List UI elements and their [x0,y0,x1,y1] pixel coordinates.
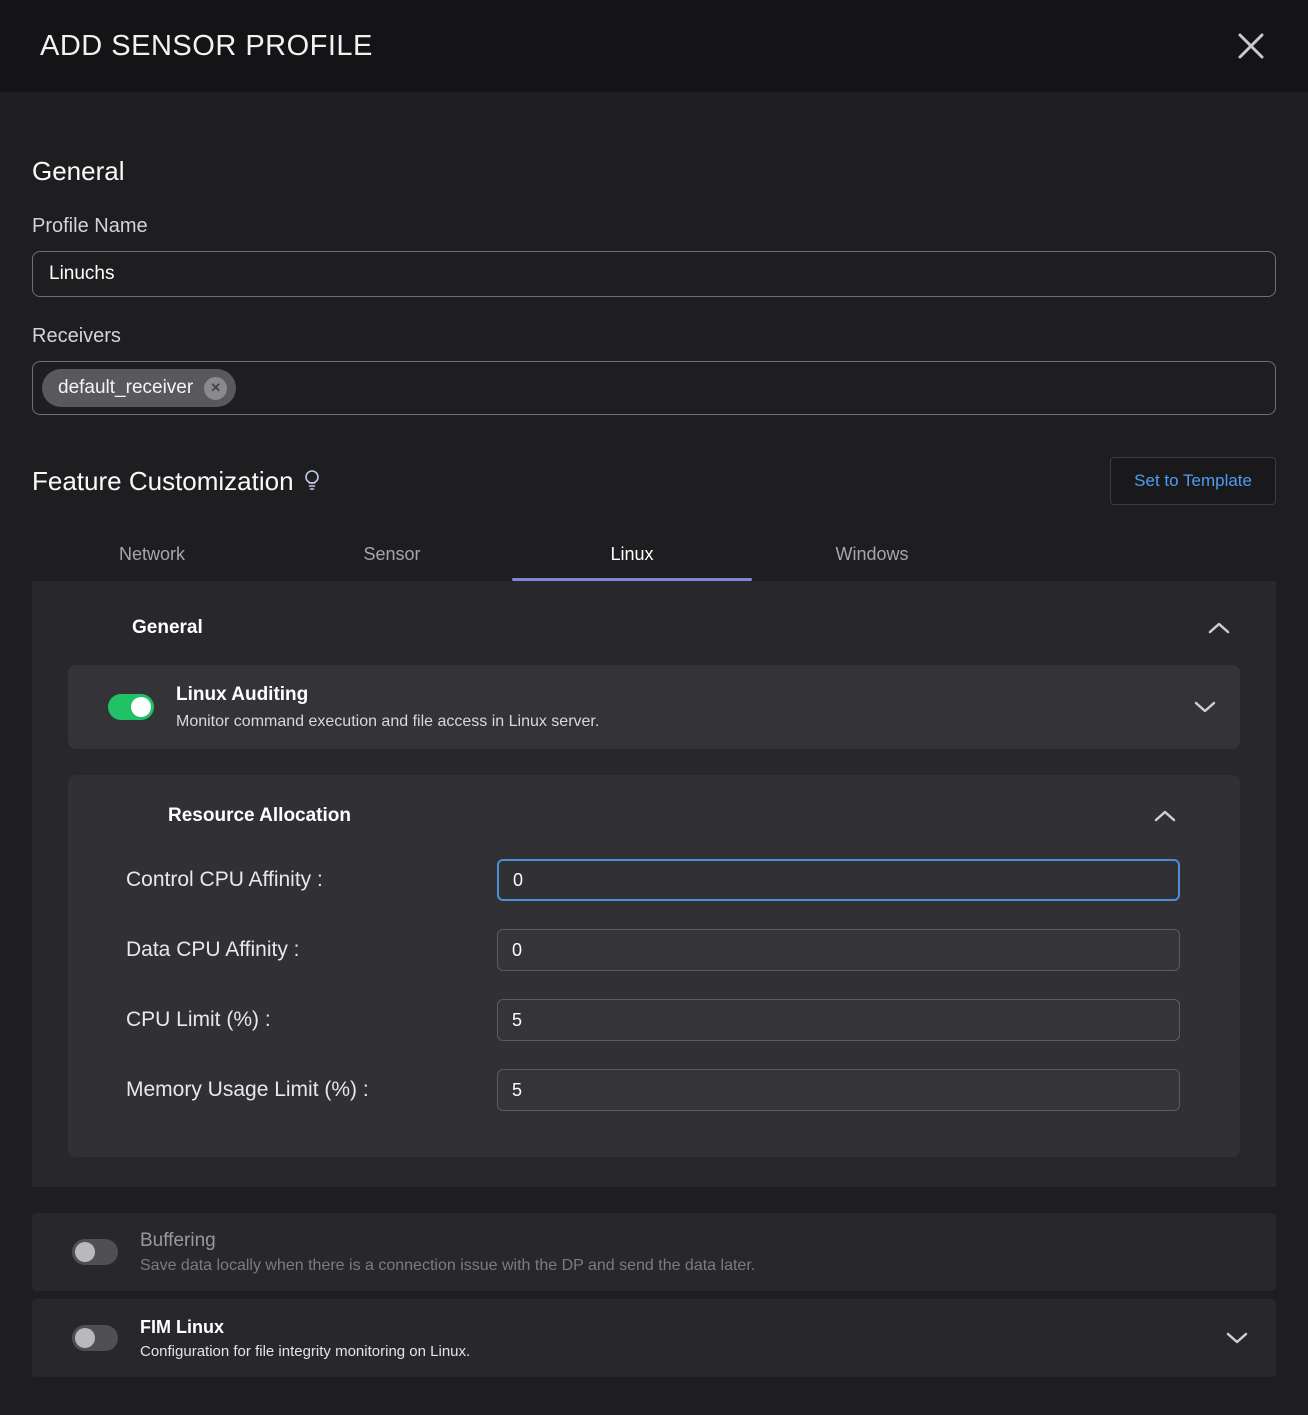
cpu-limit-row: CPU Limit (%) : [126,999,1180,1041]
linux-auditing-toggle[interactable] [108,694,154,720]
buffering-title: Buffering [140,1230,1252,1252]
fim-linux-card: FIM Linux Configuration for file integri… [32,1299,1276,1377]
lightbulb-icon [304,469,320,493]
collapse-resource-allocation-button[interactable] [1150,801,1180,831]
chevron-up-icon [1208,621,1230,635]
data-cpu-affinity-input[interactable] [497,929,1180,971]
cpu-limit-label: CPU Limit (%) : [126,1008,497,1032]
linux-tab-panel: General Linux Auditing Monitor command e… [32,581,1276,1187]
expand-fim-linux-button[interactable] [1222,1323,1252,1353]
receiver-chip: default_receiver ✕ [42,369,236,407]
buffering-toggle[interactable] [72,1239,118,1265]
linux-auditing-description: Monitor command execution and file acces… [176,713,1190,731]
modal-body: General Profile Name Receivers default_r… [0,156,1308,1377]
receivers-input[interactable]: default_receiver ✕ [32,361,1276,415]
linux-auditing-title: Linux Auditing [176,684,1190,706]
linux-auditing-card: Linux Auditing Monitor command execution… [68,665,1240,749]
panel-general-title: General [132,617,203,639]
data-cpu-affinity-label: Data CPU Affinity : [126,938,497,962]
control-cpu-affinity-input[interactable] [497,859,1180,901]
buffering-description: Save data locally when there is a connec… [140,1257,1252,1275]
resource-allocation-card: Resource Allocation Control CPU Affinity… [68,775,1240,1157]
tab-network[interactable]: Network [32,529,272,581]
buffering-card: Buffering Save data locally when there i… [32,1213,1276,1291]
fim-linux-text: FIM Linux Configuration for file integri… [140,1317,1222,1360]
modal-title: ADD SENSOR PROFILE [40,30,373,63]
set-to-template-button[interactable]: Set to Template [1110,457,1276,505]
cpu-limit-input[interactable] [497,999,1180,1041]
tab-sensor[interactable]: Sensor [272,529,512,581]
resource-allocation-header[interactable]: Resource Allocation [126,801,1180,831]
chevron-down-icon [1226,1331,1248,1345]
chevron-up-icon [1154,809,1176,823]
panel-general-header[interactable]: General [68,597,1240,657]
expand-linux-auditing-button[interactable] [1190,692,1220,722]
memory-usage-limit-row: Memory Usage Limit (%) : [126,1069,1180,1111]
modal-header: ADD SENSOR PROFILE [0,0,1308,92]
feature-customization-title: Feature Customization [32,466,294,497]
buffering-text: Buffering Save data locally when there i… [140,1230,1252,1275]
chevron-down-icon [1194,700,1216,714]
tab-linux[interactable]: Linux [512,529,752,581]
feature-tabs: Network Sensor Linux Windows [32,529,1276,581]
fim-linux-title: FIM Linux [140,1317,1222,1338]
close-button[interactable] [1232,27,1270,65]
collapse-general-button[interactable] [1204,613,1234,643]
resource-allocation-title: Resource Allocation [168,805,351,827]
fim-linux-description: Configuration for file integrity monitor… [140,1343,1222,1360]
profile-name-input[interactable] [32,251,1276,297]
feature-customization-heading: Feature Customization [32,466,320,497]
receiver-chip-label: default_receiver [58,377,193,399]
close-icon [1236,31,1266,61]
general-heading: General [32,156,1276,187]
memory-usage-limit-input[interactable] [497,1069,1180,1111]
fim-linux-toggle[interactable] [72,1325,118,1351]
profile-name-label: Profile Name [32,215,1276,238]
control-cpu-affinity-label: Control CPU Affinity : [126,868,497,892]
chip-remove-icon[interactable]: ✕ [204,377,227,400]
feature-customization-row: Feature Customization Set to Template [32,457,1276,505]
data-cpu-affinity-row: Data CPU Affinity : [126,929,1180,971]
memory-usage-limit-label: Memory Usage Limit (%) : [126,1078,497,1102]
receivers-label: Receivers [32,325,1276,348]
linux-auditing-text: Linux Auditing Monitor command execution… [176,684,1190,731]
control-cpu-affinity-row: Control CPU Affinity : [126,859,1180,901]
tab-windows[interactable]: Windows [752,529,992,581]
